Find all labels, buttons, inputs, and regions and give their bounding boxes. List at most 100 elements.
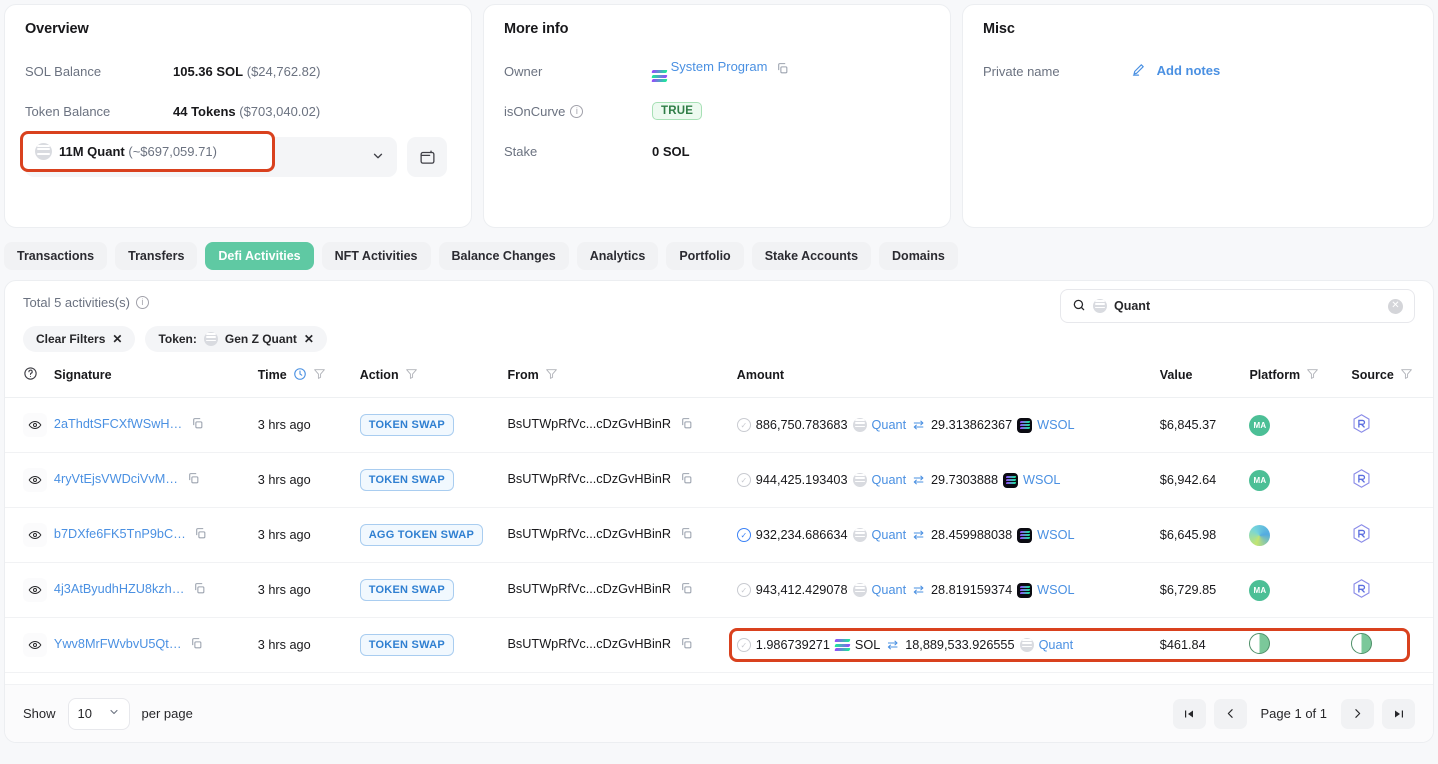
next-page-icon[interactable] <box>1341 698 1374 729</box>
token-balance-value: 44 Tokens ($703,040.02) <box>173 104 320 119</box>
activities-panel: Total 5 activities(s) i Clear Filters ✕ … <box>4 280 1434 743</box>
copy-icon[interactable] <box>680 472 693 488</box>
raydium-hex-icon[interactable] <box>1351 578 1372 599</box>
tab-transfers[interactable]: Transfers <box>115 242 198 270</box>
clear-icon[interactable]: ✕ <box>1388 298 1403 314</box>
row-signature-cell: Ywv8MrFWvbvU5Qt… <box>53 617 258 673</box>
table-row[interactable]: b7DXfe6FK5TnP9bC… 3 hrs ago AGG TOKEN SW… <box>5 507 1433 563</box>
signature-link[interactable]: 2aThdtSFCXfWSwH… <box>54 417 182 431</box>
copy-icon[interactable] <box>680 527 693 543</box>
token-in-link[interactable]: Quant <box>872 528 907 542</box>
tab-analytics[interactable]: Analytics <box>576 242 659 270</box>
token-in-link[interactable]: Quant <box>872 418 907 432</box>
table-row[interactable]: 2aThdtSFCXfWSwH… 3 hrs ago TOKEN SWAP Bs… <box>5 397 1433 453</box>
raydium-hex-icon[interactable] <box>1351 523 1372 544</box>
signature-link[interactable]: Ywv8MrFWvbvU5Qt… <box>54 637 182 651</box>
token-in-link[interactable]: Quant <box>872 583 907 597</box>
prev-page-icon[interactable] <box>1213 698 1247 729</box>
filter-icon[interactable] <box>405 367 418 383</box>
search-input[interactable]: Quant ✕ <box>1060 289 1415 323</box>
token-in-link[interactable]: Quant <box>872 473 907 487</box>
row-amount-cell: ✓ 886,750.783683 Quant ⇄ 29.313862367 WS… <box>736 397 1160 453</box>
table-row[interactable]: 4ryVtEjsVWDciVvM… 3 hrs ago TOKEN SWAP B… <box>5 452 1433 508</box>
pill-icon[interactable] <box>1245 628 1275 659</box>
selected-token-highlight[interactable]: 11M Quant (~$697,059.71) <box>20 131 275 172</box>
meteora-avatar[interactable]: MA <box>1249 579 1271 601</box>
search-icon <box>1072 298 1086 315</box>
token-out-link[interactable]: Quant <box>1039 638 1074 652</box>
clock-icon[interactable] <box>293 367 307 384</box>
tab-transactions[interactable]: Transactions <box>4 242 108 270</box>
filter-icon[interactable] <box>1400 367 1413 383</box>
info-icon[interactable]: i <box>570 104 584 118</box>
signature-link[interactable]: 4ryVtEjsVWDciVvM… <box>54 472 178 486</box>
copy-icon[interactable] <box>193 582 206 598</box>
add-notes-link[interactable]: Add notes <box>1157 63 1221 78</box>
raydium-hex-icon[interactable] <box>1351 468 1372 489</box>
stake-row: Stake 0 SOL <box>504 137 930 165</box>
table-row[interactable]: 4j3AtByudhHZU8kzh… 3 hrs ago TOKEN SWAP … <box>5 562 1433 618</box>
tab-stake-accounts[interactable]: Stake Accounts <box>751 242 872 270</box>
eye-icon[interactable] <box>23 468 47 492</box>
activities-table: Signature Time Action From Amount Value … <box>5 352 1433 673</box>
wallet-button[interactable] <box>407 137 447 177</box>
first-page-icon[interactable] <box>1172 698 1206 729</box>
eye-icon[interactable] <box>23 578 47 602</box>
filter-icon[interactable] <box>1306 367 1319 383</box>
quant-token-icon <box>1093 299 1107 313</box>
copy-icon[interactable] <box>191 417 204 433</box>
copy-icon[interactable] <box>190 637 203 653</box>
token-out-link[interactable]: WSOL <box>1037 528 1074 542</box>
close-icon[interactable]: ✕ <box>112 332 122 346</box>
copy-icon[interactable] <box>187 472 200 488</box>
meteora-avatar[interactable]: MA <box>1249 469 1271 491</box>
copy-icon[interactable] <box>194 527 207 543</box>
row-eye-cell <box>5 452 54 508</box>
raydium-hex-icon[interactable] <box>1351 413 1372 434</box>
status-icon: ✓ <box>736 418 751 432</box>
last-page-icon[interactable] <box>1382 698 1415 729</box>
pill-icon[interactable] <box>1347 628 1377 659</box>
tab-balance-changes[interactable]: Balance Changes <box>438 242 569 270</box>
row-platform-cell: MA <box>1249 452 1352 508</box>
filter-icon[interactable] <box>545 367 558 383</box>
token-filter-chip[interactable]: Token: Gen Z Quant ✕ <box>145 326 327 352</box>
meteora-avatar[interactable]: MA <box>1249 414 1271 436</box>
signature-link[interactable]: b7DXfe6FK5TnP9bC… <box>54 527 186 541</box>
tab-nft-activities[interactable]: NFT Activities <box>321 242 431 270</box>
eye-icon[interactable] <box>23 413 47 437</box>
iscurve-label-text: isOnCurve <box>504 103 566 119</box>
tab-defi-activities[interactable]: Defi Activities <box>205 242 314 270</box>
per-page-select[interactable]: 10 <box>67 697 130 730</box>
token-out-link[interactable]: WSOL <box>1037 418 1074 432</box>
copy-icon[interactable] <box>680 637 693 653</box>
token-selector[interactable]: 11M Quant (~$697,059.71) <box>20 131 397 177</box>
row-platform-cell: MA <box>1249 397 1352 453</box>
tab-portfolio[interactable]: Portfolio <box>666 242 744 270</box>
close-icon[interactable]: ✕ <box>304 332 314 346</box>
token-selector-row: 11M Quant (~$697,059.71) <box>20 131 451 177</box>
token-out-link[interactable]: WSOL <box>1023 473 1060 487</box>
question-circle-icon[interactable] <box>23 367 38 384</box>
swap-arrows-icon: ⇄ <box>913 472 924 487</box>
tab-domains[interactable]: Domains <box>879 242 958 270</box>
copy-icon[interactable] <box>680 582 693 598</box>
filter-icon[interactable] <box>313 367 326 383</box>
token-out-link[interactable]: WSOL <box>1037 583 1074 597</box>
selected-token-amount: 11M Quant <box>59 144 125 159</box>
copy-icon[interactable] <box>776 62 789 78</box>
info-icon[interactable]: i <box>135 296 149 309</box>
iscurve-label: isOnCurve i <box>504 104 652 119</box>
owner-link[interactable]: System Program <box>671 59 768 74</box>
copy-icon[interactable] <box>680 417 693 433</box>
eye-icon[interactable] <box>23 523 47 547</box>
eye-icon[interactable] <box>23 633 47 657</box>
signature-link[interactable]: 4j3AtByudhHZU8kzh… <box>54 582 184 596</box>
table-footer: Show 10 per page Page 1 of 1 <box>5 684 1433 742</box>
table-row[interactable]: Ywv8MrFWvbvU5Qt… 3 hrs ago TOKEN SWAP Bs… <box>5 617 1433 673</box>
more-info-title: More info <box>504 21 569 37</box>
jupiter-wave-icon[interactable] <box>1249 524 1271 546</box>
clear-filters-chip[interactable]: Clear Filters ✕ <box>23 326 136 352</box>
pencil-icon[interactable] <box>1131 64 1150 80</box>
row-source-cell <box>1351 397 1433 453</box>
